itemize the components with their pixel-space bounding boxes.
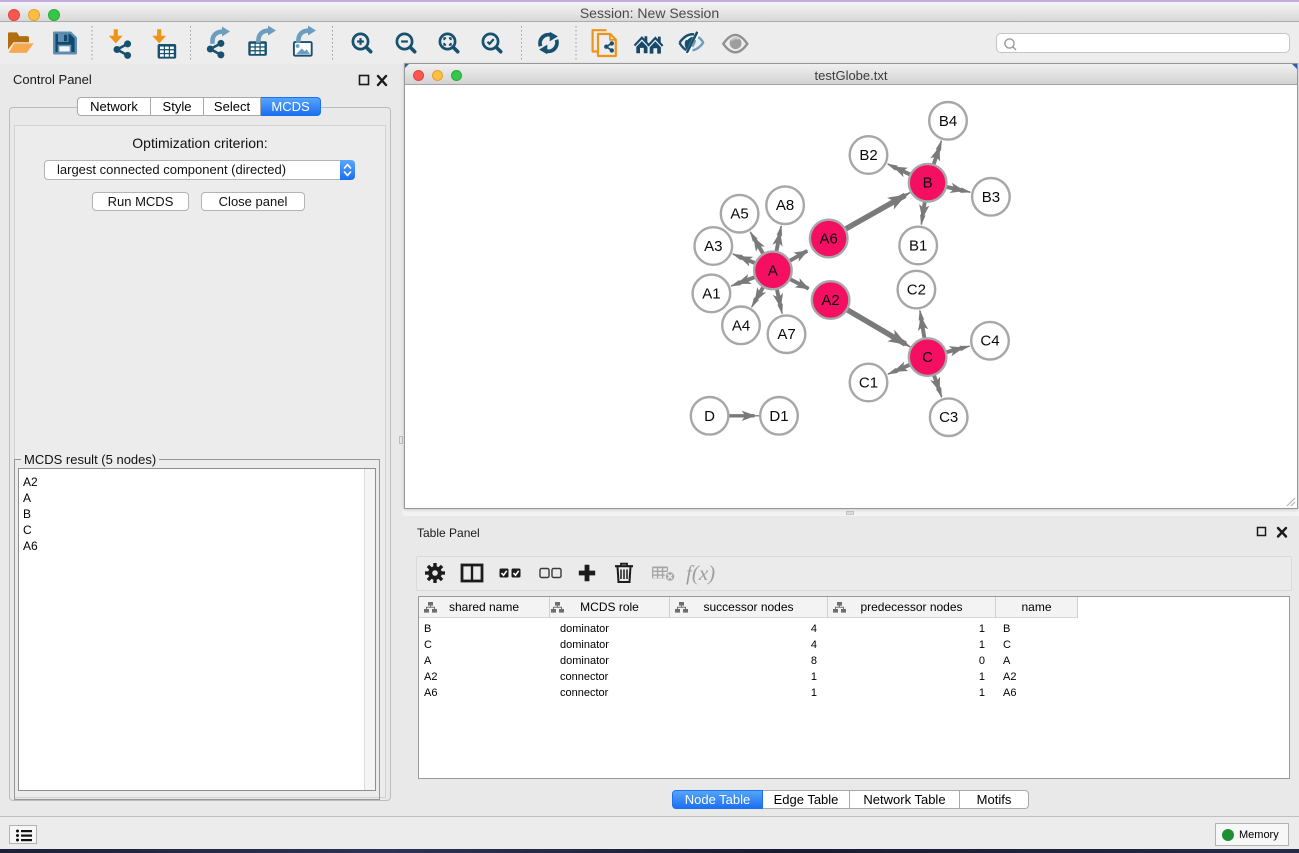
svg-text:B2: B2: [859, 147, 877, 164]
svg-text:A8: A8: [776, 197, 794, 214]
svg-text:C: C: [922, 349, 933, 366]
svg-text:f(x): f(x): [686, 561, 715, 585]
svg-text:B3: B3: [982, 189, 1000, 206]
svg-text:B1: B1: [909, 238, 927, 255]
svg-text:B: B: [923, 175, 933, 192]
svg-text:A6: A6: [820, 231, 838, 248]
svg-text:A4: A4: [732, 317, 750, 334]
svg-text:A: A: [768, 262, 778, 279]
svg-text:C3: C3: [939, 409, 958, 426]
svg-text:B4: B4: [939, 113, 957, 130]
svg-text:A5: A5: [730, 206, 748, 223]
svg-text:A7: A7: [777, 326, 795, 343]
svg-text:A1: A1: [702, 285, 720, 302]
svg-text:D: D: [704, 408, 715, 425]
svg-text:C1: C1: [859, 375, 878, 392]
svg-text:A3: A3: [704, 238, 722, 255]
svg-text:D1: D1: [769, 408, 788, 425]
svg-text:A2: A2: [821, 292, 839, 309]
svg-text:C4: C4: [980, 333, 999, 350]
svg-text:C2: C2: [907, 282, 926, 299]
